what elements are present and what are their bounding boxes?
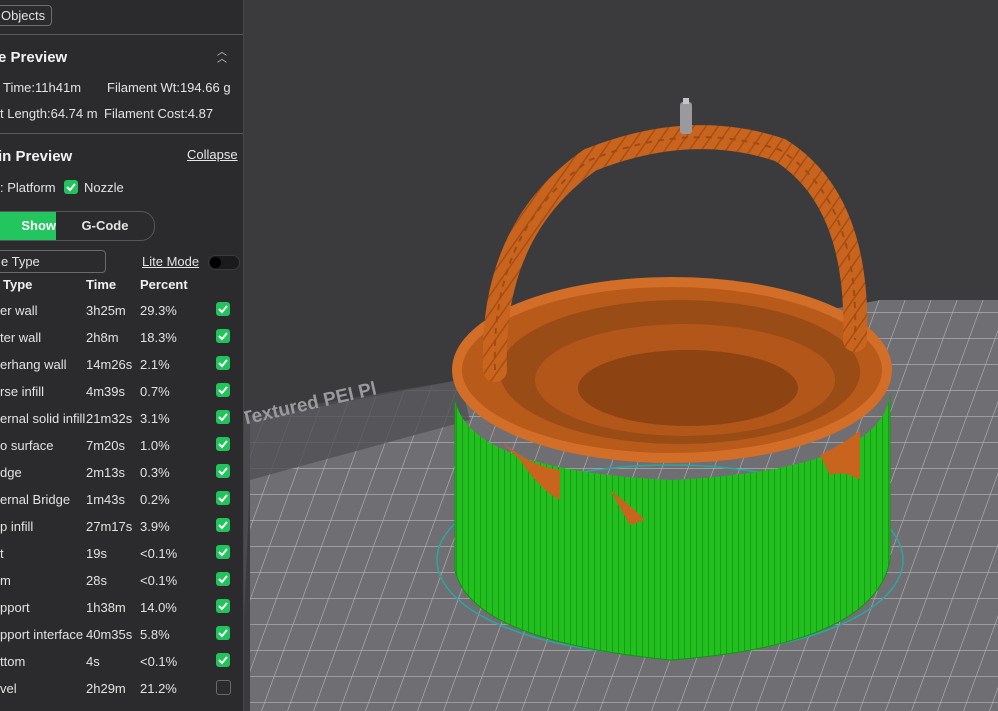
view-type-value: e Type (1, 254, 40, 269)
collapse-link[interactable]: Collapse (187, 147, 238, 162)
row-time: 4s (86, 654, 100, 669)
row-percent: 2.1% (140, 357, 170, 372)
row-percent: 5.8% (140, 627, 170, 642)
table-row: pport 1h38m 14.0% (0, 599, 243, 627)
row-type: t (0, 546, 4, 561)
tab-gcode[interactable]: G-Code (56, 212, 154, 240)
row-percent: 3.9% (140, 519, 170, 534)
header-percent: Percent (140, 277, 188, 292)
nozzle-label: Nozzle (84, 180, 124, 195)
row-percent: <0.1% (140, 654, 178, 669)
platform-label[interactable]: : Platform (0, 180, 56, 195)
row-time: 2h29m (86, 681, 126, 696)
table-row: t 19s <0.1% (0, 545, 243, 573)
table-row: o surface 7m20s 1.0% (0, 437, 243, 465)
row-type: ttom (0, 654, 26, 669)
header-type: Type (3, 277, 33, 292)
row-time: 14m26s (86, 357, 133, 372)
table-row: ernal Bridge 1m43s 0.2% (0, 491, 243, 519)
row-percent: 18.3% (140, 330, 177, 345)
row-visibility-checkbox[interactable] (216, 572, 230, 586)
print-time: Time:11h41m (3, 80, 82, 95)
domain-preview-title: in Preview (0, 148, 73, 165)
row-visibility-checkbox[interactable] (216, 680, 231, 695)
row-percent: 3.1% (140, 411, 170, 426)
row-time: 2h8m (86, 330, 119, 345)
lite-mode-label[interactable]: Lite Mode (142, 254, 199, 269)
row-type: ernal solid infill (0, 411, 86, 426)
row-percent: <0.1% (140, 573, 178, 588)
row-time: 1h38m (86, 600, 126, 615)
row-percent: 29.3% (140, 303, 177, 318)
row-visibility-checkbox[interactable] (216, 464, 230, 478)
side-panel: Objects e Preview ︿ ︿ Time:11h41m Filamen… (0, 0, 244, 711)
row-time: 3h25m (86, 303, 126, 318)
table-row: pport interface 40m35s 5.8% (0, 626, 243, 654)
row-type: pport (0, 600, 30, 615)
row-time: 1m43s (86, 492, 126, 507)
row-visibility-checkbox[interactable] (216, 626, 230, 640)
row-type: o surface (0, 438, 54, 453)
table-row: er wall 3h25m 29.3% (0, 302, 243, 330)
row-visibility-checkbox[interactable] (216, 518, 230, 532)
lite-mode-toggle[interactable] (208, 255, 240, 270)
row-type: vel (0, 681, 17, 696)
view-type-dropdown[interactable]: e Type (0, 250, 106, 273)
table-row: ttom 4s <0.1% (0, 653, 243, 681)
row-visibility-checkbox[interactable] (216, 356, 230, 370)
row-visibility-checkbox[interactable] (216, 410, 230, 424)
row-time: 7m20s (86, 438, 126, 453)
row-type: dge (0, 465, 22, 480)
row-type: erhang wall (0, 357, 67, 372)
nozzle-checkbox[interactable] (64, 180, 78, 194)
row-type: p infill (0, 519, 34, 534)
row-type: er wall (0, 303, 38, 318)
row-visibility-checkbox[interactable] (216, 383, 230, 397)
row-percent: 1.0% (140, 438, 170, 453)
filament-length: t Length:64.74 m (0, 106, 98, 121)
filament-weight: Filament Wt:194.66 g (107, 80, 231, 95)
row-percent: 0.7% (140, 384, 170, 399)
table-row: dge 2m13s 0.3% (0, 464, 243, 492)
table-row: vel 2h29m 21.2% (0, 680, 243, 708)
row-time: 21m32s (86, 411, 133, 426)
row-visibility-checkbox[interactable] (216, 545, 230, 559)
header-time: Time (86, 277, 117, 292)
row-visibility-checkbox[interactable] (216, 491, 230, 505)
row-time: 40m35s (86, 627, 133, 642)
collapse-chevron-icon[interactable]: ︿ ︿ (216, 48, 228, 65)
row-time: 27m17s (86, 519, 133, 534)
row-type: pport interface (0, 627, 84, 642)
table-row: erhang wall 14m26s 2.1% (0, 356, 243, 384)
row-visibility-checkbox[interactable] (216, 653, 230, 667)
row-type: rse infill (0, 384, 45, 399)
row-type: ernal Bridge (0, 492, 71, 507)
row-percent: 14.0% (140, 600, 177, 615)
row-percent: 0.3% (140, 465, 170, 480)
row-time: 2m13s (86, 465, 126, 480)
objects-button[interactable]: Objects (0, 5, 53, 26)
row-visibility-checkbox[interactable] (216, 329, 230, 343)
row-type: m (0, 573, 11, 588)
row-visibility-checkbox[interactable] (216, 437, 230, 451)
row-time: 28s (86, 573, 107, 588)
row-percent: <0.1% (140, 546, 178, 561)
row-time: 4m39s (86, 384, 126, 399)
slice-preview-title: e Preview (0, 49, 68, 66)
preview-mode-tabs: Show G-Code (0, 211, 155, 241)
row-type: ter wall (0, 330, 42, 345)
row-visibility-checkbox[interactable] (216, 302, 230, 316)
row-percent: 21.2% (140, 681, 177, 696)
nozzle-model (680, 98, 692, 134)
table-row: rse infill 4m39s 0.7% (0, 383, 243, 411)
tab-show[interactable]: Show (0, 212, 56, 240)
table-row: m 28s <0.1% (0, 572, 243, 600)
table-row: p infill 27m17s 3.9% (0, 518, 243, 546)
row-percent: 0.2% (140, 492, 170, 507)
table-row: ter wall 2h8m 18.3% (0, 329, 243, 357)
filament-cost: Filament Cost:4.87 (104, 106, 214, 121)
row-visibility-checkbox[interactable] (216, 599, 230, 613)
row-time: 19s (86, 546, 107, 561)
table-row: ernal solid infill 21m32s 3.1% (0, 410, 243, 438)
